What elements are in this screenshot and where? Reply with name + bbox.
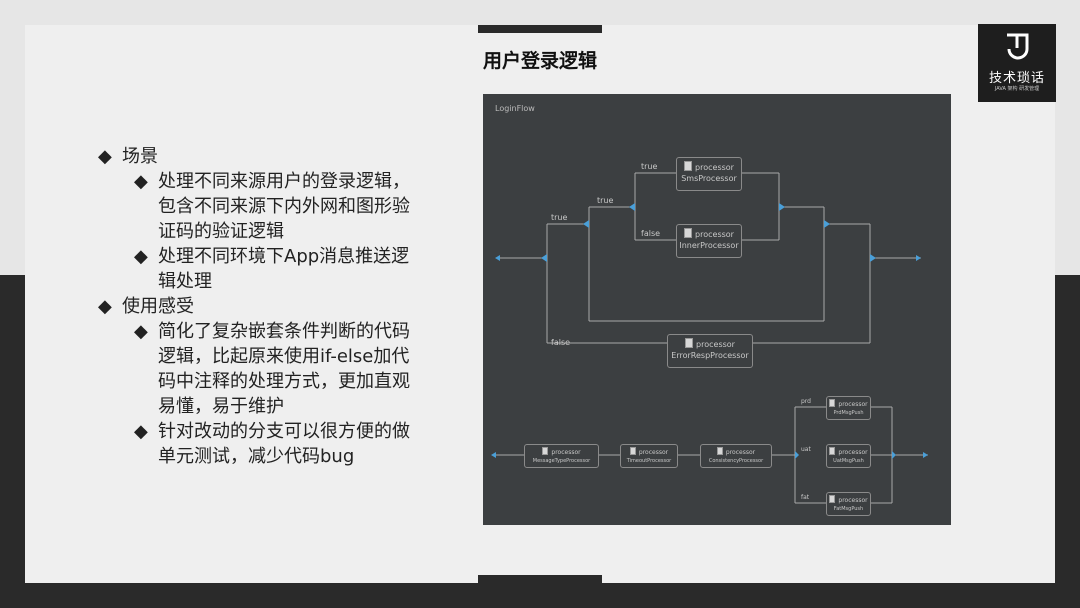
document-icon [542,447,549,455]
document-icon [829,399,836,407]
sub-bullet: ◆ 针对改动的分支可以很方便的做 单元测试，减少代码bug [98,419,468,469]
document-icon [829,447,836,455]
sub-bullet-line: 逻辑，比起原来使用if-else加代 [158,346,410,367]
node-sms-processor[interactable]: processor SmsProcessor [676,157,742,191]
logo-subtitle: JAVA 架构 研发管理 [994,86,1040,92]
flow-diagram: LoginFlow true true true false false prd… [483,94,951,525]
sub-bullet-line: 处理不同来源用户的登录逻辑， [158,171,410,192]
sub-bullet: ◆ 处理不同环境下App消息推送逻 辑处理 [98,244,468,294]
node-error-resp-processor[interactable]: processor ErrorRespProcessor [667,334,753,368]
document-icon [716,447,723,455]
node-fat-msg-push[interactable]: processor FatMsgPush [826,492,871,516]
sub-bullet: ◆ 处理不同来源用户的登录逻辑， 包含不同来源下内外网和图形验 证码的验证逻辑 [98,169,468,244]
bullet-label: 使用感受 [122,296,194,317]
document-icon [684,228,693,238]
sub-bullet: ◆ 简化了复杂嵌套条件判断的代码 逻辑，比起原来使用if-else加代 码中注释… [98,319,468,419]
processor-tag: processor [668,338,752,350]
slide-bottom-tab [478,575,602,583]
logo-name: 技术琐话 [988,71,1045,86]
branch-label: true [597,196,614,205]
node-name: FatMsgPush [833,506,864,512]
node-name: SmsProcessor [681,174,737,183]
bullet-experience: ◆ 使用感受 [98,294,468,319]
sub-bullet-line: 证码的验证逻辑 [158,221,284,242]
logo-j-icon [1007,33,1029,60]
branch-label: fat [801,494,810,501]
diamond-bullet-icon: ◆ [98,146,112,167]
processor-tag: processor [621,447,677,457]
bullet-list: ◆ 场景 ◆ 处理不同来源用户的登录逻辑， 包含不同来源下内外网和图形验 证码的… [98,144,468,469]
node-name: MessageTypeProcessor [532,458,591,464]
branch-label: uat [801,446,811,453]
node-name: InnerProcessor [679,241,739,250]
processor-tag: processor [827,495,870,505]
processor-tag: processor [827,399,870,409]
sub-bullet-line: 包含不同来源下内外网和图形验 [158,196,410,217]
document-icon [629,447,636,455]
sub-bullet-line: 辑处理 [158,271,212,292]
sub-bullet-line: 码中注释的处理方式，更加直观 [158,371,410,392]
sub-bullet-line: 简化了复杂嵌套条件判断的代码 [158,321,410,342]
processor-tag: processor [525,447,598,457]
sub-bullet-line: 易懂，易于维护 [158,396,284,417]
bullet-label: 场景 [122,146,158,167]
node-inner-processor[interactable]: processor InnerProcessor [676,224,742,258]
node-name: TimeoutProcessor [626,458,672,464]
branch-label: true [641,162,658,171]
node-prd-msg-push[interactable]: processor PrdMsgPush [826,396,871,420]
processor-tag: processor [701,447,771,457]
node-name: ConsistencyProcessor [708,458,764,464]
node-timeout-processor[interactable]: processor TimeoutProcessor [620,444,678,468]
brand-logo: 技术琐话 JAVA 架构 研发管理 [978,24,1056,102]
node-uat-msg-push[interactable]: processor UatMsgPush [826,444,871,468]
document-icon [684,161,693,171]
diamond-bullet-icon: ◆ [134,321,148,342]
processor-tag: processor [827,447,870,457]
diamond-bullet-icon: ◆ [134,246,148,267]
node-consistency-processor[interactable]: processor ConsistencyProcessor [700,444,772,468]
branch-label: true [551,213,568,222]
bullet-scene: ◆ 场景 [98,144,468,169]
node-name: PrdMsgPush [833,410,864,416]
sub-bullet-line: 单元测试，减少代码bug [158,446,355,467]
diamond-bullet-icon: ◆ [98,296,112,317]
processor-tag: processor [677,161,741,173]
branch-label: false [641,229,661,238]
document-icon [685,338,694,348]
sub-bullet-line: 针对改动的分支可以很方便的做 [158,421,410,442]
flow-title: LoginFlow [495,104,535,113]
node-name: UatMsgPush [833,458,864,464]
branch-label: false [551,338,571,347]
node-name: ErrorRespProcessor [671,351,749,360]
sub-bullet-line: 处理不同环境下App消息推送逻 [158,246,410,267]
document-icon [829,495,836,503]
node-message-type-processor[interactable]: processor MessageTypeProcessor [524,444,599,468]
slide-title: 用户登录逻辑 [482,50,597,72]
diamond-bullet-icon: ◆ [134,171,148,192]
slide-top-tab [478,25,602,33]
processor-tag: processor [677,228,741,240]
diamond-bullet-icon: ◆ [134,421,148,442]
branch-label: prd [801,398,811,405]
